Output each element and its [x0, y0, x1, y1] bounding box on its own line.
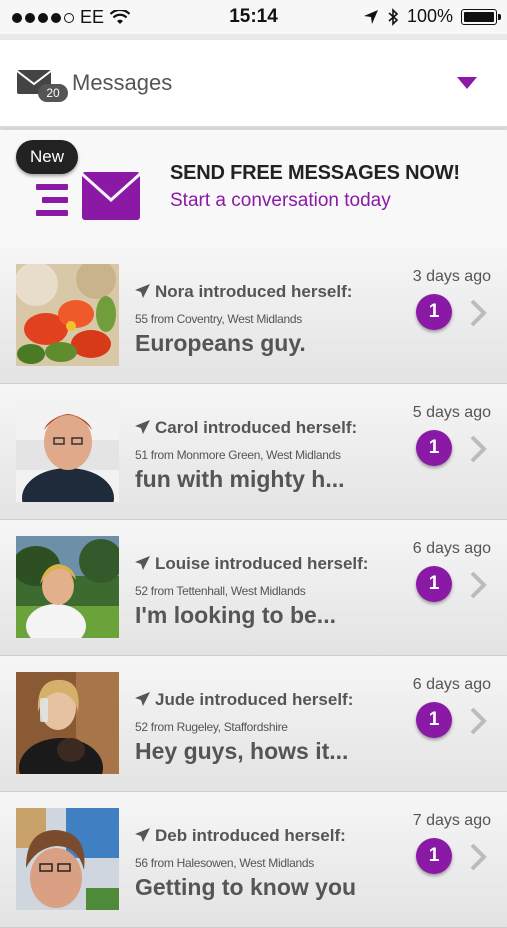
sender-location: 52 from Tettenhall, West Midlands: [135, 584, 306, 598]
list-item[interactable]: Nora introduced herself: 55 from Coventr…: [0, 248, 507, 384]
chevron-right-icon[interactable]: [468, 842, 488, 872]
message-time: 3 days ago: [412, 268, 491, 285]
chevron-right-icon[interactable]: [468, 298, 488, 328]
paper-plane-icon: [135, 828, 150, 842]
message-preview: Europeans guy.: [135, 330, 306, 356]
avatar: [16, 672, 119, 774]
unread-badge: 1: [416, 566, 452, 602]
status-bar: EE 15:14 100%: [0, 0, 507, 34]
promo-headline: SEND FREE MESSAGES NOW!: [170, 162, 460, 184]
list-item[interactable]: Deb introduced herself: 56 from Halesowe…: [0, 792, 507, 928]
battery-icon: [461, 8, 501, 25]
avatar: [16, 264, 119, 366]
message-time: 7 days ago: [412, 812, 491, 829]
unread-badge: 1: [416, 702, 452, 738]
avatar: [16, 400, 119, 502]
new-badge: New: [16, 140, 78, 174]
sender-name: Carol introduced herself:: [135, 418, 357, 438]
message-preview: I'm looking to be...: [135, 602, 336, 628]
unread-badge: 1: [416, 294, 452, 330]
unread-badge: 1: [416, 430, 452, 466]
sender-name: Jude introduced herself:: [135, 690, 353, 710]
message-preview: Getting to know you: [135, 874, 357, 900]
send-message-icon: [36, 172, 142, 220]
paper-plane-icon: [135, 420, 150, 434]
message-time: 6 days ago: [412, 676, 491, 693]
chevron-right-icon[interactable]: [468, 706, 488, 736]
chevron-right-icon[interactable]: [468, 434, 488, 464]
paper-plane-icon: [135, 556, 150, 570]
paper-plane-icon: [135, 692, 150, 706]
battery-percent: 100%: [406, 6, 453, 26]
sender-location: 51 from Monmore Green, West Midlands: [135, 448, 341, 462]
sender-name: Nora introduced herself:: [135, 282, 352, 302]
message-preview: Hey guys, hows it...: [135, 738, 349, 764]
unread-badge: 1: [416, 838, 452, 874]
message-time: 5 days ago: [412, 404, 491, 421]
message-list: Nora introduced herself: 55 from Coventr…: [0, 248, 507, 928]
avatar: [16, 808, 119, 910]
location-arrow-icon: [363, 9, 378, 24]
message-count-badge: 20: [38, 84, 68, 102]
list-item[interactable]: Carol introduced herself: 51 from Monmor…: [0, 384, 507, 520]
sender-location: 55 from Coventry, West Midlands: [135, 312, 302, 326]
promo-subtitle: Start a conversation today: [170, 190, 391, 211]
list-item[interactable]: Louise introduced herself: 52 from Tette…: [0, 520, 507, 656]
message-time: 6 days ago: [412, 540, 491, 557]
paper-plane-icon: [135, 284, 150, 298]
sender-name: Deb introduced herself:: [135, 826, 346, 846]
messages-header[interactable]: 20 Messages: [0, 40, 507, 128]
message-preview: fun with mighty h...: [135, 466, 345, 492]
sender-name: Louise introduced herself:: [135, 554, 368, 574]
avatar: [16, 536, 119, 638]
sender-location: 52 from Rugeley, Staffordshire: [135, 720, 288, 734]
promo-banner[interactable]: New SEND FREE MESSAGES NOW! Start a conv…: [0, 130, 507, 248]
chevron-right-icon[interactable]: [468, 570, 488, 600]
dropdown-arrow-icon[interactable]: [457, 77, 477, 89]
page-title: Messages: [72, 70, 173, 95]
list-item[interactable]: Jude introduced herself: 52 from Rugeley…: [0, 656, 507, 792]
sender-location: 56 from Halesowen, West Midlands: [135, 856, 314, 870]
bluetooth-icon: [388, 7, 399, 26]
